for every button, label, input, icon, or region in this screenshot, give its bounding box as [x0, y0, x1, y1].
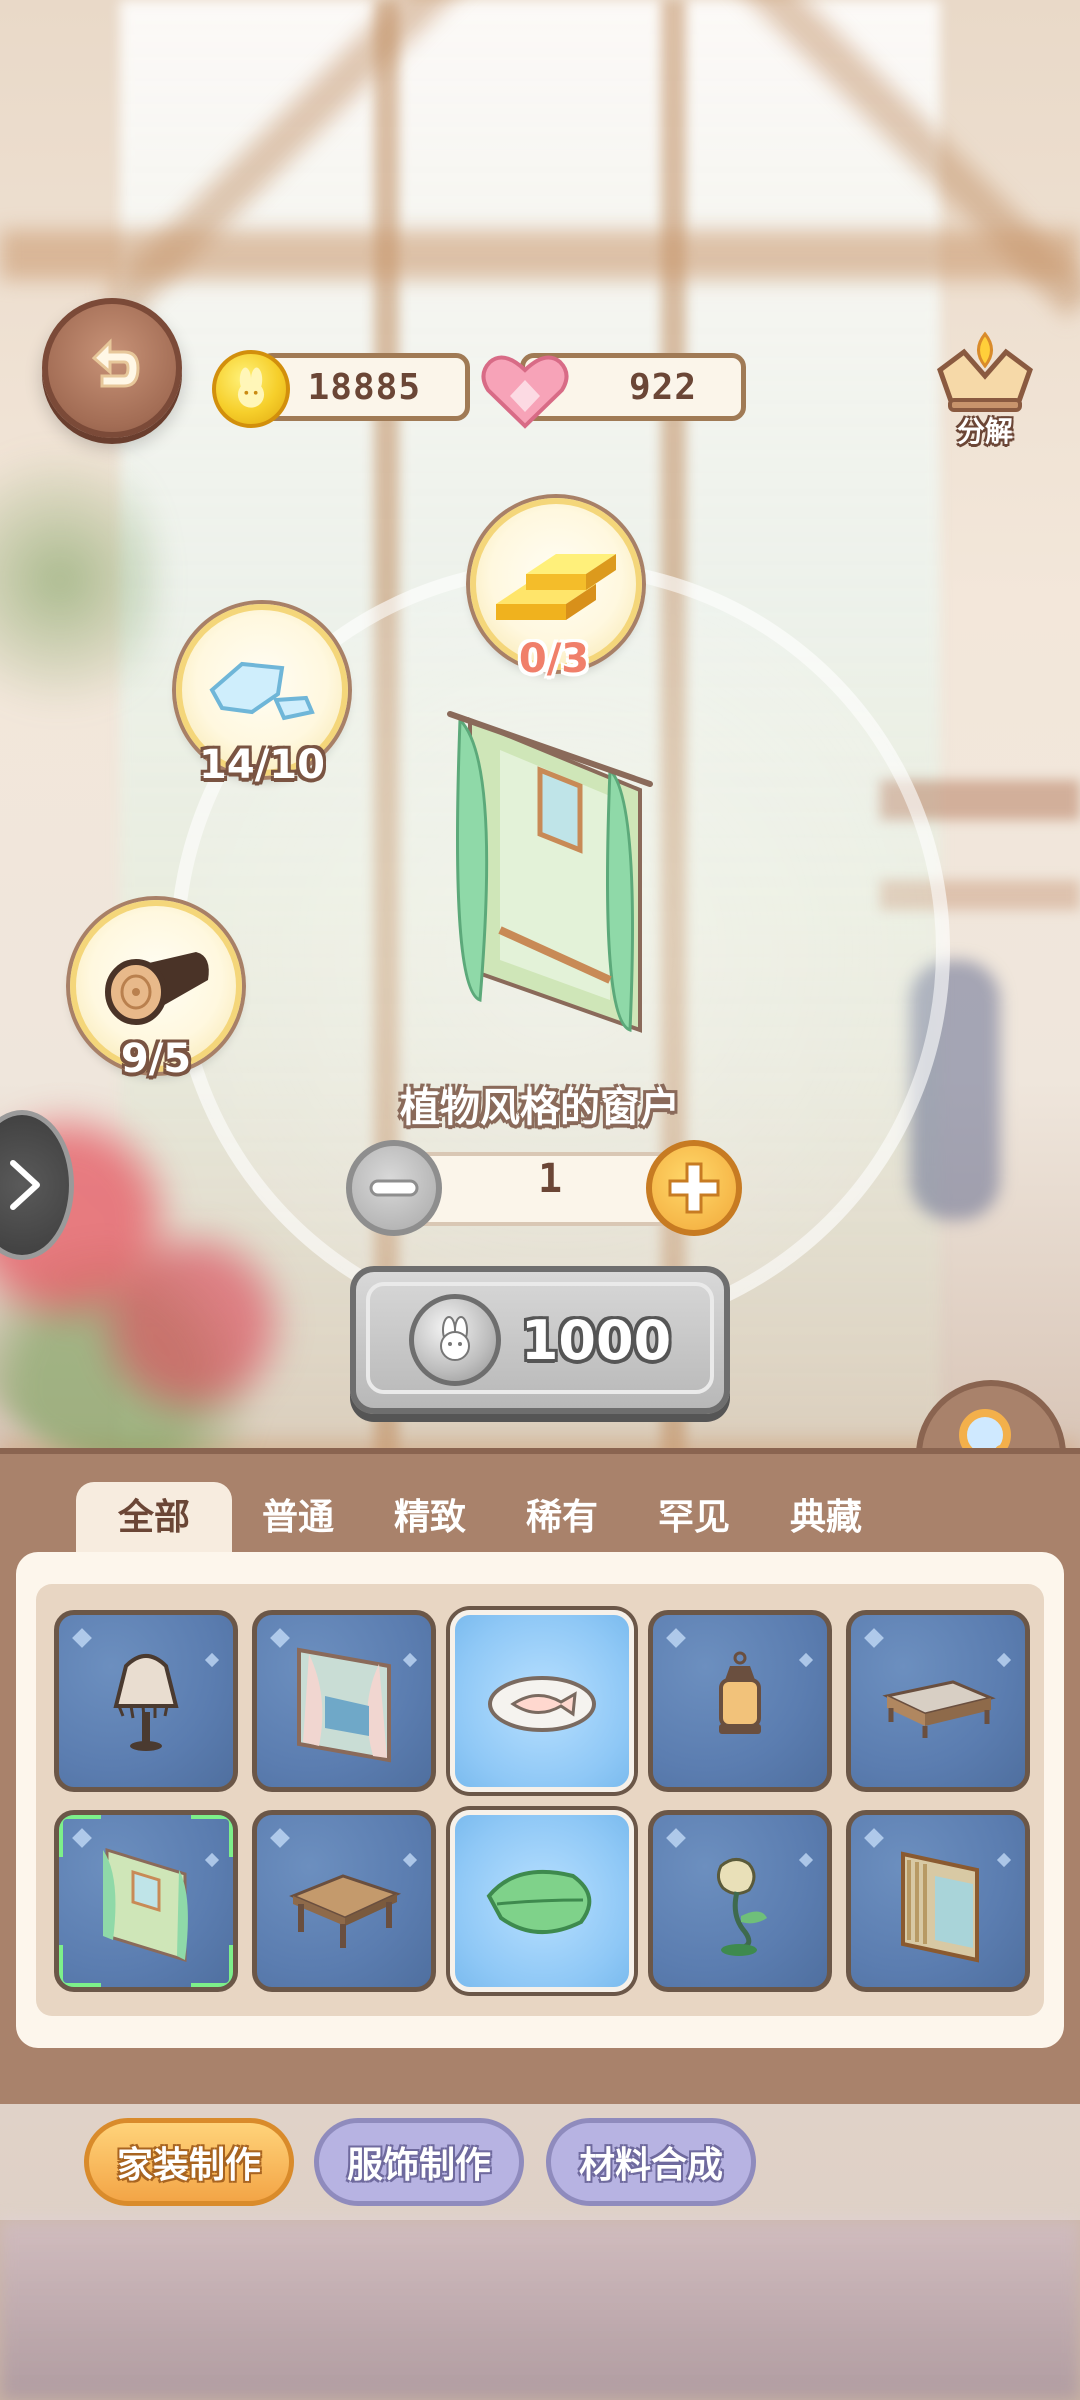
grid-item-flower-lamp[interactable]	[648, 1810, 832, 1992]
tab-rare[interactable]: 稀有	[496, 1482, 628, 1554]
bed-icon	[882, 1680, 996, 1738]
minus-icon	[369, 1179, 419, 1197]
category-clothing-crafting[interactable]: 服饰制作	[314, 2118, 524, 2206]
grid-item-bamboo-curtain[interactable]	[846, 1810, 1030, 1992]
plant-window-icon	[447, 711, 653, 1033]
selection-corner	[191, 1815, 233, 1857]
category-home-crafting[interactable]: 家装制作	[84, 2118, 294, 2206]
lamp-icon	[113, 1654, 179, 1751]
wooden-table-icon	[289, 1874, 402, 1948]
increase-button[interactable]	[646, 1140, 742, 1236]
grid-item-leaf-mat[interactable]	[450, 1810, 634, 1992]
back-arrow-icon	[91, 338, 140, 388]
decompose-label: 分解	[956, 415, 1013, 448]
grid-item-lantern[interactable]	[648, 1610, 832, 1792]
quantity-value: 1	[537, 1156, 563, 1202]
back-button[interactable]	[42, 298, 182, 438]
decompose-button[interactable]: 分解	[920, 330, 1050, 450]
lantern-icon	[719, 1651, 761, 1734]
bamboo-curtain-icon	[901, 1851, 979, 1963]
tab-uncommon[interactable]: 罕见	[628, 1482, 760, 1554]
rabbit-coin-icon	[212, 350, 290, 428]
selection-corner	[59, 1815, 101, 1857]
grid-item-wooden-table[interactable]	[252, 1810, 436, 1992]
wood-log-count: 9/5	[120, 1036, 192, 1082]
selection-corner	[191, 1945, 233, 1987]
quantity-stepper: 1	[346, 1140, 742, 1236]
craft-cost: 1000	[520, 1308, 672, 1372]
coin-amount: 18885	[307, 366, 421, 408]
grid-item-bed[interactable]	[846, 1610, 1030, 1792]
leaf-mat-icon	[486, 1869, 592, 1934]
curtain-window-icon	[297, 1647, 391, 1763]
craft-button[interactable]: 1000	[350, 1266, 730, 1414]
item-name: 植物风格的窗户	[400, 1085, 680, 1131]
tab-common[interactable]: 普通	[232, 1482, 364, 1554]
tab-all[interactable]: 全部	[76, 1482, 232, 1554]
grid-item-curtain-window[interactable]	[252, 1610, 436, 1792]
rarity-tabs: 全部 普通 精致 稀有 罕见 典藏	[76, 1482, 892, 1554]
ice-crystal-count: 14/10	[199, 742, 325, 788]
decrease-button[interactable]	[346, 1140, 442, 1236]
fish-plate-icon	[488, 1676, 596, 1732]
heart-amount: 922	[628, 366, 697, 408]
tab-fine[interactable]: 精致	[364, 1482, 496, 1554]
crown-icon	[937, 331, 1033, 412]
gold-bar-count: 0/3	[518, 636, 590, 682]
tab-collection[interactable]: 典藏	[760, 1482, 892, 1554]
ice-crystal-icon	[209, 661, 315, 721]
grid-item-fish-plate[interactable]	[450, 1610, 634, 1792]
grid-item-lamp[interactable]	[54, 1610, 238, 1792]
heart-gem-icon	[481, 355, 569, 429]
flower-lamp-icon	[716, 1858, 767, 1956]
selection-corner	[59, 1945, 101, 1987]
plus-icon	[668, 1162, 720, 1214]
gold-bar-icon	[496, 554, 616, 620]
wood-log-icon	[105, 952, 209, 1025]
category-material-synthesis[interactable]: 材料合成	[546, 2118, 756, 2206]
grid-item-plant-window-selected[interactable]	[54, 1810, 238, 1992]
chevron-right-icon	[10, 1160, 40, 1210]
silver-rabbit-coin-icon	[408, 1294, 501, 1386]
